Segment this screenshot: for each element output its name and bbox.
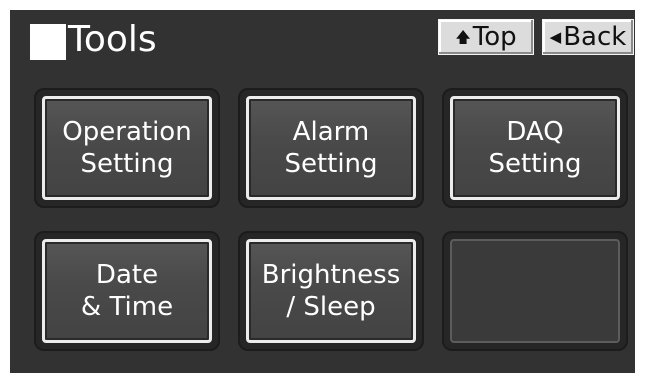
date-time-button[interactable]: Date & Time <box>42 239 212 343</box>
back-button-label: Back <box>563 22 627 52</box>
tile-label-line2: Setting <box>488 149 582 179</box>
tile-frame-brightness: Brightness / Sleep <box>238 231 424 351</box>
brightness-sleep-button[interactable]: Brightness / Sleep <box>246 239 416 343</box>
tile-frame-alarm: Alarm Setting <box>238 88 424 208</box>
back-button[interactable]: ◀ Back <box>542 19 634 55</box>
tile-label-line2: Setting <box>284 149 378 179</box>
daq-setting-button[interactable]: DAQ Setting <box>450 96 620 200</box>
tile-frame-date-time: Date & Time <box>34 231 220 351</box>
tile-label-line1: Brightness <box>261 260 401 290</box>
tile-frame-daq: DAQ Setting <box>442 88 628 208</box>
tile-frame-operation: Operation Setting <box>34 88 220 208</box>
title-square-icon <box>30 24 66 60</box>
tile-label-line2: Setting <box>80 149 174 179</box>
tile-label-line1: DAQ <box>506 117 564 147</box>
tile-label-line1: Date <box>95 260 159 290</box>
page-title: Tools <box>68 19 157 60</box>
up-arrow-icon: 🡅 <box>455 28 471 46</box>
top-button-label: Top <box>472 22 517 52</box>
empty-slot <box>450 239 620 343</box>
tools-screen: Tools 🡅 Top ◀ Back Operation Setting Ala… <box>10 10 635 373</box>
alarm-setting-button[interactable]: Alarm Setting <box>246 96 416 200</box>
left-triangle-icon: ◀ <box>549 28 562 46</box>
tile-label-line2: / Sleep <box>286 292 376 322</box>
top-button[interactable]: 🡅 Top <box>438 19 534 55</box>
tile-label-line1: Alarm <box>292 117 370 147</box>
tile-label-line2: & Time <box>80 292 174 322</box>
tile-frame-empty <box>442 231 628 351</box>
operation-setting-button[interactable]: Operation Setting <box>42 96 212 200</box>
tile-label-line1: Operation <box>62 117 192 147</box>
